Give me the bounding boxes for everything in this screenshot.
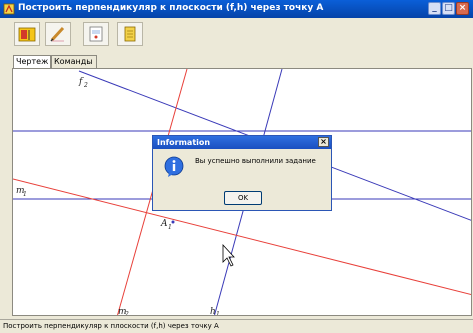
label-a1-sub: 1: [168, 224, 172, 231]
drawing-tools-button[interactable]: [14, 22, 40, 46]
dialog-title: Information: [157, 138, 211, 147]
label-m2-sub: 2: [124, 311, 129, 316]
notes-tool-button[interactable]: [117, 22, 143, 46]
pencil-tool-button[interactable]: [45, 22, 71, 46]
point-a1: [171, 220, 175, 224]
label-m1-sub: 1: [23, 191, 27, 198]
tab-drawing[interactable]: Чертеж: [13, 55, 51, 69]
label-h1-sub: 1: [216, 311, 220, 316]
flag-icon: [18, 27, 36, 42]
toolbar: [0, 18, 473, 48]
label-a1: A: [160, 219, 168, 229]
dialog-close-button[interactable]: ×: [318, 137, 329, 147]
info-icon: [164, 156, 184, 177]
close-button[interactable]: ×: [456, 2, 469, 15]
minimize-button[interactable]: _: [428, 2, 441, 15]
note-icon: [124, 26, 136, 42]
information-dialog: Information × Вы успешно выполнили задан…: [152, 135, 332, 211]
app-window: Построить перпендикуляр к плоскости (f,h…: [0, 0, 473, 333]
dialog-title-bar[interactable]: Information ×: [153, 136, 331, 149]
status-text: Построить перпендикуляр к плоскости (f,h…: [3, 322, 219, 330]
tab-commands[interactable]: Команды: [51, 55, 97, 68]
document-icon: [89, 26, 103, 42]
app-icon: [3, 3, 15, 15]
window-title: Построить перпендикуляр к плоскости (f,h…: [18, 3, 324, 13]
dialog-message: Вы успешно выполнили задание: [195, 157, 316, 165]
title-bar[interactable]: Построить перпендикуляр к плоскости (f,h…: [0, 0, 473, 18]
label-h1: h: [210, 307, 216, 316]
ok-button[interactable]: OK: [224, 191, 262, 205]
label-f2-sub: 2: [83, 82, 88, 89]
document-tool-button[interactable]: [83, 22, 109, 46]
maximize-button[interactable]: □: [442, 2, 455, 15]
status-bar: Построить перпендикуляр к плоскости (f,h…: [0, 319, 473, 333]
pencil-icon: [50, 26, 65, 42]
